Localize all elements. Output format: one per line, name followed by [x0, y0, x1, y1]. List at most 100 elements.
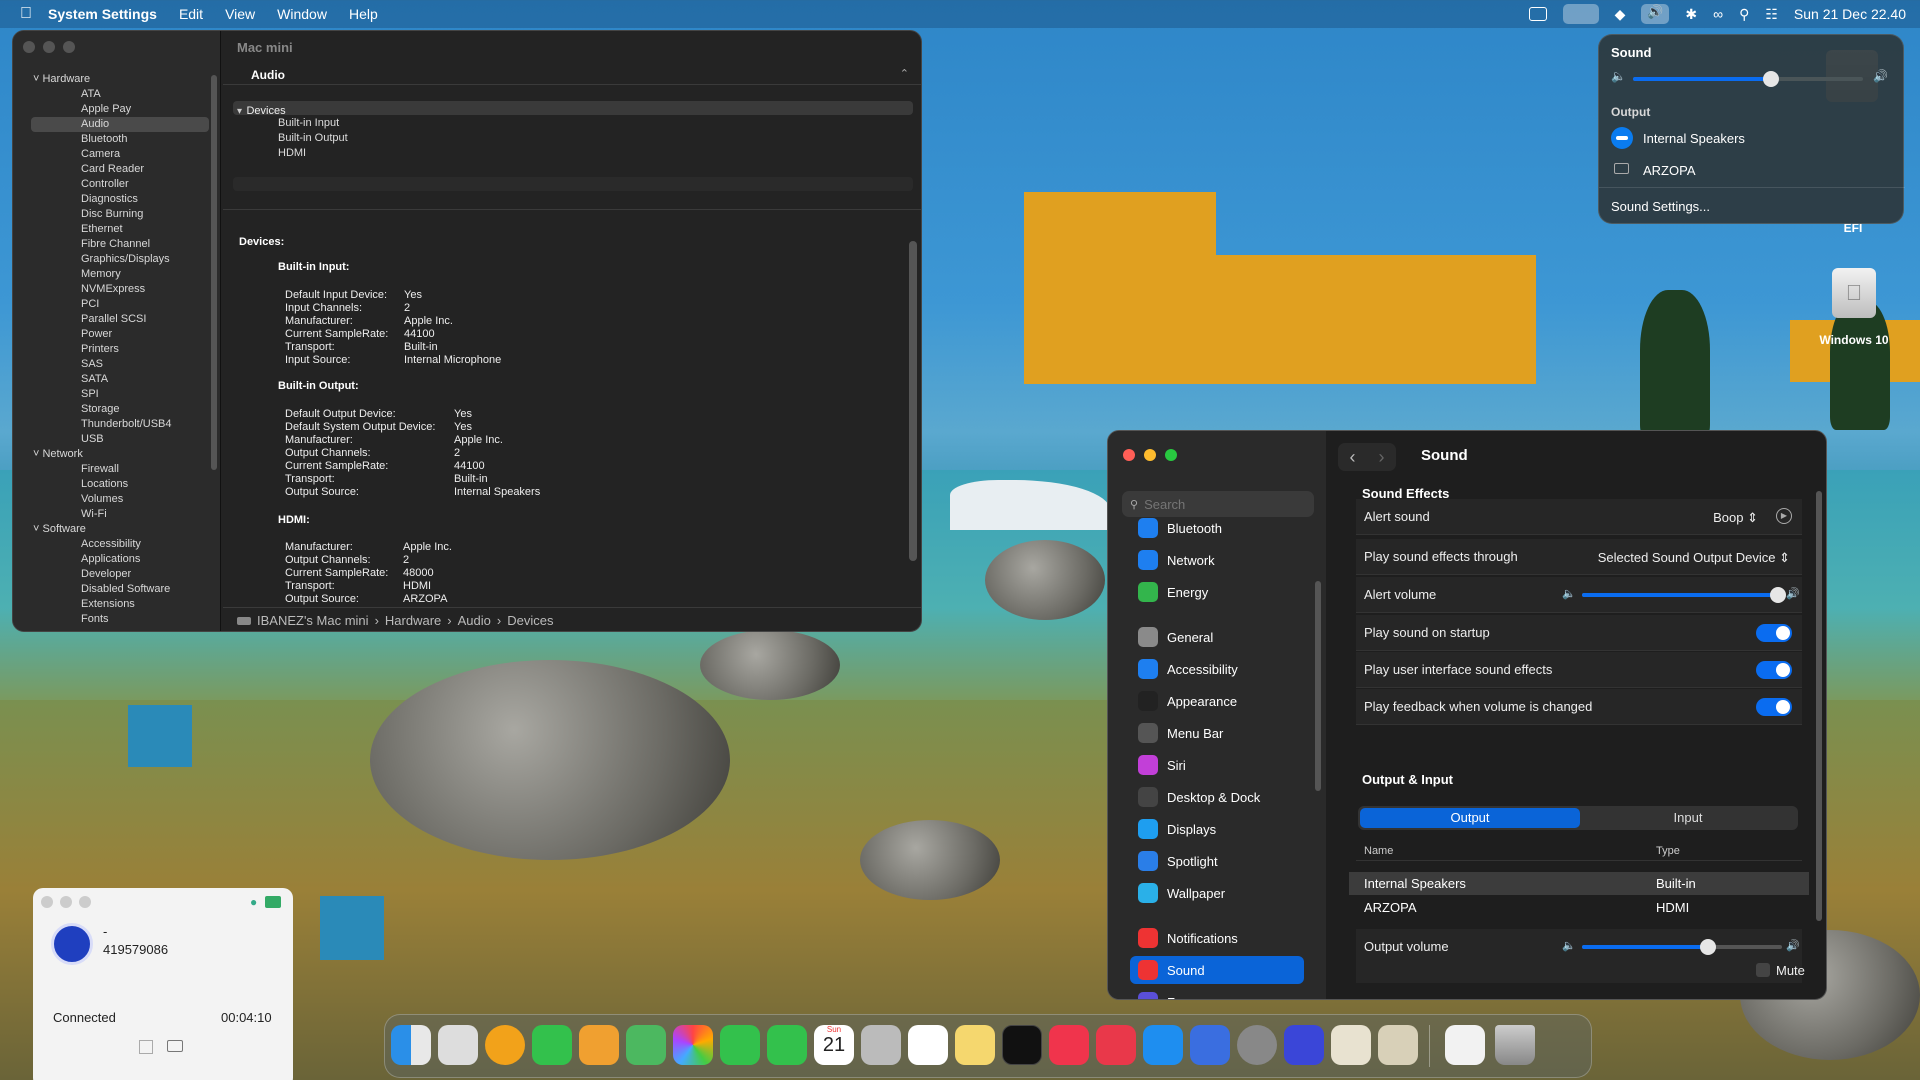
tree-item[interactable]: Thunderbolt/USB4: [31, 417, 209, 432]
output-volume-slider[interactable]: [1582, 939, 1782, 955]
tree-category-network[interactable]: ˅ Network: [31, 447, 209, 462]
app-menu[interactable]: System Settings: [48, 6, 157, 22]
alert-volume-knob[interactable]: [1770, 587, 1786, 603]
tree-item[interactable]: Card Reader: [31, 162, 209, 177]
volume-slider[interactable]: [1633, 71, 1863, 87]
tree-item[interactable]: ATA: [31, 87, 209, 102]
tree-item[interactable]: Locations: [31, 477, 209, 492]
sidebar-item-spotlight[interactable]: Spotlight: [1130, 847, 1304, 875]
menu-view[interactable]: View: [225, 6, 255, 22]
app-store-icon[interactable]: [1143, 1025, 1183, 1065]
tree-item[interactable]: Wi-Fi: [31, 507, 209, 522]
menu-help[interactable]: Help: [349, 6, 378, 22]
path-item[interactable]: IBANEZ's Mac mini: [257, 613, 369, 628]
sidebar-item-general[interactable]: General: [1130, 623, 1304, 651]
volume-icon[interactable]: 🔊: [1641, 4, 1670, 24]
tree-item[interactable]: Firewall: [31, 462, 209, 477]
device-row[interactable]: Built-in Output: [278, 131, 348, 146]
chat-icon[interactable]: [265, 896, 281, 908]
tree-item[interactable]: Extensions: [31, 597, 209, 612]
output-device-row[interactable]: Internal Speakers: [1611, 127, 1745, 149]
tree-item[interactable]: Developer: [31, 567, 209, 582]
remote-desktop-icon[interactable]: [1284, 1025, 1324, 1065]
volume-feedback-toggle[interactable]: [1756, 698, 1792, 716]
tree-item[interactable]: USB: [31, 432, 209, 447]
sidebar-item-desktop-dock[interactable]: Desktop & Dock: [1130, 783, 1304, 811]
mute-checkbox[interactable]: [1756, 963, 1770, 977]
output-device-row[interactable]: ARZOPA: [1611, 159, 1696, 181]
clock[interactable]: Sun 21 Dec 22.40: [1794, 6, 1906, 22]
apple-menu-icon[interactable]: : [20, 5, 32, 23]
sidebar-item-accessibility[interactable]: Accessibility: [1130, 655, 1304, 683]
tree-item[interactable]: Controller: [31, 177, 209, 192]
mail-icon[interactable]: [579, 1025, 619, 1065]
tree-item[interactable]: Parallel SCSI: [31, 312, 209, 327]
close-button[interactable]: [23, 41, 35, 53]
safari-icon[interactable]: [485, 1025, 525, 1065]
screen-share-icon[interactable]: [1562, 4, 1599, 24]
table-row[interactable]: ARZOPA HDMI: [1349, 896, 1809, 919]
sidebar-item-energy[interactable]: Energy: [1130, 578, 1304, 606]
reminders-icon[interactable]: [908, 1025, 948, 1065]
output-volume-knob[interactable]: [1700, 939, 1716, 955]
ui-effects-toggle[interactable]: [1756, 661, 1792, 679]
sidebar-scrollbar[interactable]: [1315, 581, 1321, 791]
content-scrollbar[interactable]: [1816, 491, 1822, 921]
tab-output[interactable]: Output: [1360, 808, 1580, 828]
tv-icon[interactable]: [1002, 1025, 1042, 1065]
tree-item[interactable]: Diagnostics: [31, 192, 209, 207]
activity-icon[interactable]: [1528, 7, 1547, 21]
column-name[interactable]: Name: [1364, 845, 1393, 857]
startup-sound-toggle[interactable]: [1756, 624, 1792, 642]
tree-item[interactable]: Power: [31, 327, 209, 342]
devices-group-row[interactable]: ▾ Devices: [233, 101, 913, 117]
sidebar-item-siri[interactable]: Siri: [1130, 751, 1304, 779]
facetime-icon[interactable]: [720, 1025, 760, 1065]
tree-item[interactable]: Printers: [31, 342, 209, 357]
tree-item[interactable]: Apple Pay: [31, 102, 209, 117]
alert-sound-select[interactable]: Boop ⇕: [1713, 510, 1758, 526]
tree-item[interactable]: Bluetooth: [31, 132, 209, 147]
launchpad-icon[interactable]: [438, 1025, 478, 1065]
tree-item[interactable]: Fibre Channel: [31, 237, 209, 252]
sidebar-item-appearance[interactable]: Appearance: [1130, 687, 1304, 715]
alert-volume-slider[interactable]: [1582, 587, 1786, 603]
remote-desktop-icon[interactable]: ◆: [1615, 6, 1626, 23]
sidebar-item-wallpaper[interactable]: Wallpaper: [1130, 879, 1304, 907]
sidebar-item-bluetooth[interactable]: Bluetooth: [1130, 514, 1304, 542]
tree-item[interactable]: SATA: [31, 372, 209, 387]
search-icon[interactable]: ⚲: [1739, 6, 1749, 23]
tree-item[interactable]: Disabled Software: [31, 582, 209, 597]
zoom-button[interactable]: [1165, 449, 1177, 461]
message-icon[interactable]: [167, 1040, 183, 1052]
menu-edit[interactable]: Edit: [179, 6, 203, 22]
tree-item[interactable]: Disc Burning: [31, 207, 209, 222]
volume-knob[interactable]: [1763, 71, 1779, 87]
play-icon[interactable]: ▶: [1776, 508, 1792, 524]
photos-icon[interactable]: [673, 1025, 713, 1065]
sidebar-item-sound[interactable]: Sound: [1130, 956, 1304, 984]
zoom-button[interactable]: [63, 41, 75, 53]
tree-item[interactable]: PCI: [31, 297, 209, 312]
tree-item[interactable]: Volumes: [31, 492, 209, 507]
tree-item[interactable]: Camera: [31, 147, 209, 162]
tree-item[interactable]: Accessibility: [31, 537, 209, 552]
tree-item[interactable]: Ethernet: [31, 222, 209, 237]
back-icon[interactable]: ‹: [1350, 447, 1356, 468]
section-header[interactable]: Audio ⌃: [223, 65, 921, 85]
tree-item[interactable]: Graphics/Displays: [31, 252, 209, 267]
path-item[interactable]: Audio: [458, 613, 491, 628]
tree-item[interactable]: Fonts: [31, 612, 209, 627]
sidebar-item-menu-bar[interactable]: Menu Bar: [1130, 719, 1304, 747]
close-button[interactable]: [41, 896, 53, 908]
tree-item[interactable]: NVMExpress: [31, 282, 209, 297]
zoom-button[interactable]: [79, 896, 91, 908]
sidebar-item-displays[interactable]: Displays: [1130, 815, 1304, 843]
path-item[interactable]: Hardware: [385, 613, 441, 628]
content-scrollbar[interactable]: [909, 241, 917, 561]
close-button[interactable]: [1123, 449, 1135, 461]
installer-icon[interactable]: [1378, 1025, 1418, 1065]
forward-icon[interactable]: ›: [1379, 447, 1385, 468]
minimize-button[interactable]: [1144, 449, 1156, 461]
menu-window[interactable]: Window: [277, 6, 327, 22]
